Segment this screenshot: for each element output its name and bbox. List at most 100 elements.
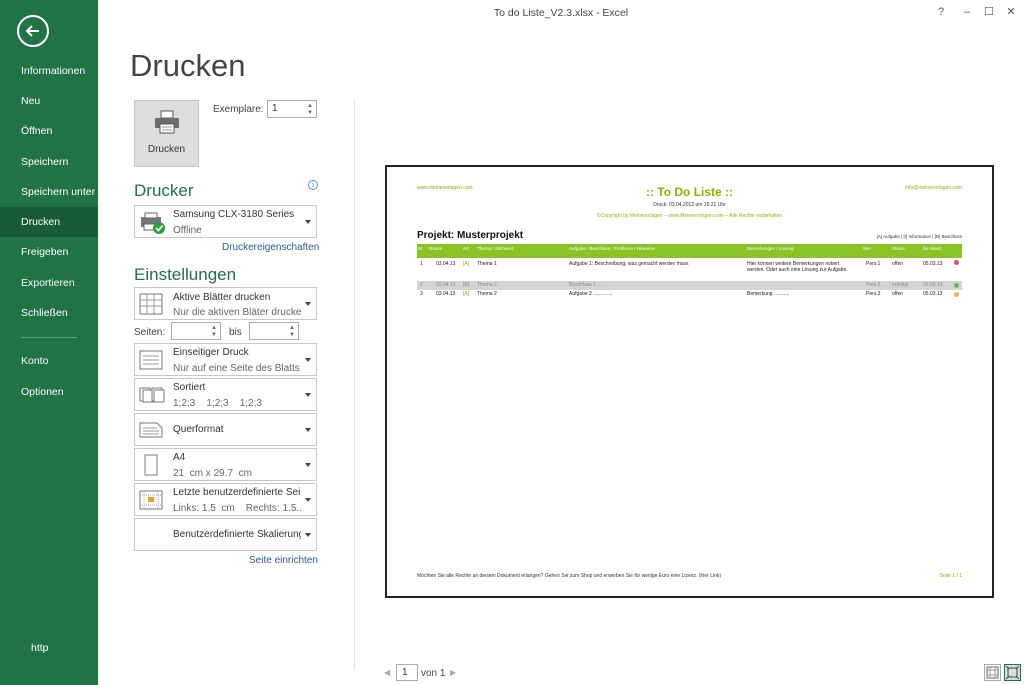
help-button[interactable]: ? [930,0,952,26]
col-nr: Nr. [418,246,424,251]
show-margins-icon[interactable] [984,664,1001,681]
collate-icon [139,387,165,406]
print-what-desc: Nur die aktiven Bläter drucken [173,307,301,318]
col-thema: Thema / Stichwort [477,246,514,251]
printer-icon [155,110,179,134]
spin-down-icon[interactable]: ▼ [288,331,296,339]
printer-status-icon [139,211,167,238]
preview-copyright: ©Copyright by Meinevorlagen – www.Meinev… [596,213,783,219]
chevron-down-icon [305,393,311,397]
orientation-label: Querformat [173,424,224,435]
prev-page-icon[interactable]: ◀ [384,668,390,677]
info-icon[interactable]: i [308,180,318,190]
nav-drucken[interactable]: Drucken [0,207,98,237]
col-bis-wann: bis Wann [923,246,942,251]
scaling-select[interactable]: Benutzerdefinierte Skalierung [134,518,317,551]
nav-speichern-unter[interactable]: Speichern unter [0,177,98,207]
spin-down-icon[interactable]: ▼ [306,109,314,117]
nav-speichern[interactable]: Speichern [0,147,98,177]
sheets-grid-icon [139,293,163,318]
sides-select[interactable]: Einseitiger Druck Nur auf eine Seite des… [134,343,317,376]
print-what-select[interactable]: Aktive Blätter drucken Nur die aktiven B… [134,287,317,320]
cell-aufgabe: Aufgabe 2 .............. [569,291,613,297]
nav-freigeben[interactable]: Freigeben [0,237,98,267]
col-datum: Datum [429,246,443,251]
cell-thema: Thema 2 [477,291,497,297]
zoom-page-icon[interactable] [1004,664,1021,681]
chevron-down-icon [305,428,311,432]
page-title: Drucken [130,48,246,83]
paper-size-select[interactable]: A4 21 cm x 29.7 cm [134,448,317,481]
cell-datum: 03.04.13 [436,282,456,288]
table-row: 2 03.04.13 [B] Thema 2 Beschluss 1 .....… [417,281,962,290]
spin-down-icon[interactable]: ▼ [210,331,218,339]
nav-optionen[interactable]: Optionen [0,377,98,407]
chevron-down-icon [305,533,311,537]
minimize-button[interactable]: – [956,0,978,26]
chevron-down-icon [305,302,311,306]
nav-exportieren[interactable]: Exportieren [0,268,98,298]
cell-aufgabe: Aufgabe 1: Beschreibung, was gemacht wer… [569,261,689,267]
cell-status: offen [892,291,904,297]
table-row: 1 03.04.13 [A] Thema 1 Aufgabe 1: Beschr… [417,260,962,275]
cell-art: [A] [463,261,470,267]
cell-datum: 03.04.13 [436,261,456,267]
chevron-down-icon [305,220,311,224]
chevron-down-icon [305,463,311,467]
col-aufgabe: Aufgabe / Beschluss / Probleme / Hinweis… [569,246,656,251]
preview-project: Projekt: Musterprojekt [417,230,524,241]
preview-legend: [A] Aufgabe | [I] Information | [B] Besc… [876,234,962,239]
copies-value: 1 [272,103,278,114]
nav-oeffnen[interactable]: Öffnen [0,116,98,146]
pages-from-input[interactable]: ▲ ▼ [171,322,221,340]
backstage-sidebar: Informationen Neu Öffnen Speichern Speic… [0,0,98,685]
next-page-icon[interactable]: ▶ [450,668,456,677]
preview-footer-text: Möchten Sie alle Rechte an diesem Dokume… [417,573,722,579]
nav-informationen[interactable]: Informationen [0,56,98,86]
cell-thema: Thema 1 [477,261,497,267]
orientation-select[interactable]: Querformat [134,413,317,446]
cell-datum: 03.04.13 [436,291,456,297]
print-button[interactable]: Drucken [134,100,199,167]
close-button[interactable]: ✕ [1000,0,1022,26]
cell-nr: 3 [420,291,423,297]
back-arrow-icon[interactable] [17,15,49,47]
settings-heading: Einstellungen [134,265,237,284]
cell-art: [B] [463,282,470,288]
page-number-input[interactable]: 1 [396,664,418,681]
nav-konto[interactable]: Konto [0,346,98,376]
copies-stepper[interactable]: 1 ▲ ▼ [267,100,317,118]
col-bemerkungen: Bemerkungen / Lösung [747,246,794,251]
col-status: Status [892,246,905,251]
printer-heading: Drucker [134,181,194,200]
copies-label: Exemplare: [213,104,264,115]
printer-select[interactable]: Samsung CLX-3180 Series Offline [134,205,317,238]
cell-nr: 1 [420,261,423,267]
restore-button[interactable]: ☐ [978,0,1000,26]
nav-neu[interactable]: Neu [0,86,98,116]
preview-print-date: Druck: 03.04.2013 um 15:21 Uhr [653,202,726,208]
col-wer: Wer [863,246,872,251]
cell-status: erledigt [892,282,909,288]
margins-select[interactable]: Letzte benutzerdefinierte Sei... Links: … [134,483,317,516]
pages-to-input[interactable]: ▲ ▼ [249,322,299,340]
printer-properties-link[interactable]: Druckereigenschaften [222,242,319,253]
nav-schliessen[interactable]: Schließen [0,298,98,328]
cell-bis: 05.03.13 [923,291,943,297]
sides-label: Einseitiger Druck [173,347,249,358]
scaling-label: Benutzerdefinierte Skalierung [173,529,301,540]
page-setup-link[interactable]: Seite einrichten [249,555,318,566]
col-art: Art [463,246,469,251]
cell-bemerkung: Bemerkung ........... [747,291,790,297]
paper-size-desc: 21 cm x 29.7 cm [173,468,252,479]
pages-label: Seiten: [134,327,166,338]
cell-art: [A] [463,291,470,297]
table-row: 3 03.04.13 [A] Thema 2 Aufgabe 2 .......… [417,290,962,299]
cell-bemerkung-2: werden. Oder auch eine Lösung zur Aufgab… [747,267,848,273]
pages-to-label: bis [229,327,242,338]
printer-name: Samsung CLX-3180 Series [173,209,295,220]
margins-icon [139,490,163,513]
collate-select[interactable]: Sortiert 1;2;3 1;2;3 1;2;3 [134,378,317,411]
margins-label: Letzte benutzerdefinierte Sei... [173,487,301,498]
window-title: To do Liste_V2.3.xlsx - Excel [493,7,629,19]
